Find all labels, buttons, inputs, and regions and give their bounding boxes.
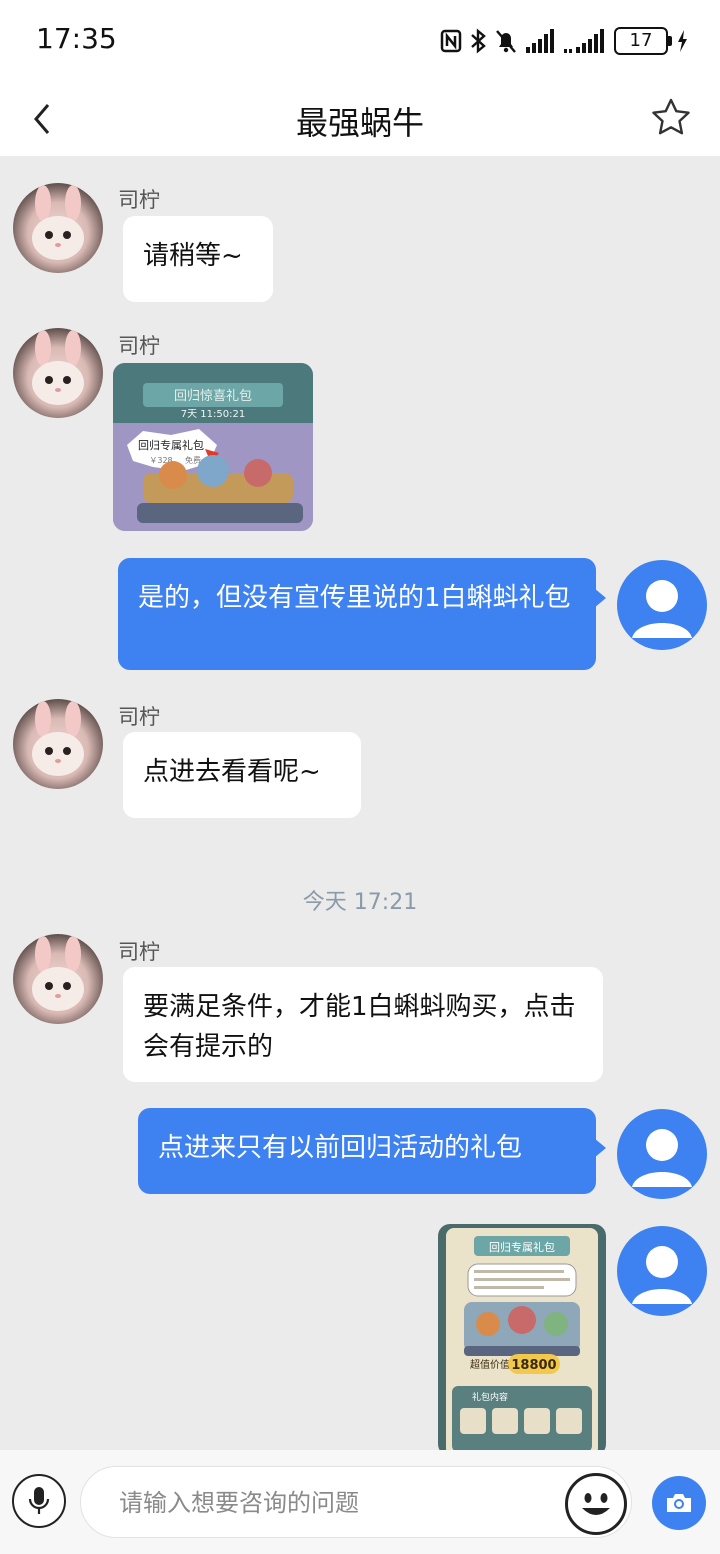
agent-avatar[interactable]	[13, 183, 103, 273]
voice-input-button[interactable]	[12, 1474, 66, 1528]
agent-avatar[interactable]	[13, 934, 103, 1024]
gift-pack-image: 回归惊喜礼包 7天 11:50:21 回归专属礼包 ￥328 免费	[113, 363, 313, 531]
nfc-icon	[440, 29, 462, 53]
charging-icon	[678, 30, 687, 52]
page-title: 最强蜗牛	[295, 104, 424, 142]
user-avatar[interactable]	[617, 1226, 707, 1316]
microphone-icon	[28, 1487, 50, 1514]
gift-detail-image: 回归专属礼包 超值价值 18800 礼包内容	[438, 1224, 606, 1450]
message-bubble[interactable]: 请稍等~	[123, 216, 273, 302]
image-price-value: 18800	[511, 1358, 556, 1373]
chat-header: 最强蜗牛	[0, 82, 720, 156]
sender-name: 司柠	[118, 940, 160, 964]
image-tag-text: 回归专属礼包	[138, 438, 204, 452]
sender-name: 司柠	[118, 188, 160, 212]
star-outline-icon	[652, 98, 690, 135]
image-price-note: 免费	[185, 455, 201, 465]
image-message[interactable]: 回归惊喜礼包 7天 11:50:21 回归专属礼包 ￥328 免费	[113, 363, 313, 531]
input-bar	[0, 1450, 720, 1554]
message-bubble[interactable]: 要满足条件，才能1白蝌蚪购买，点击会有提示的	[123, 967, 603, 1082]
status-icons: 17	[440, 26, 688, 56]
battery-icon: 17	[614, 27, 672, 55]
message-bubble[interactable]: 是的，但没有宣传里说的1白蝌蚪礼包	[118, 558, 606, 670]
user-avatar[interactable]	[617, 1109, 707, 1199]
agent-avatar[interactable]	[13, 699, 103, 789]
camera-button[interactable]	[652, 1476, 706, 1530]
back-button[interactable]	[22, 96, 62, 142]
image-timer-text: 7天 11:50:21	[181, 409, 245, 420]
emoji-button[interactable]	[565, 1473, 627, 1535]
timestamp: 今天 17:21	[302, 890, 418, 915]
status-time: 17:35	[36, 22, 117, 55]
image-section-text: 礼包内容	[472, 1391, 508, 1403]
chat-history[interactable]: 司柠 请稍等~ 司柠 回归惊喜礼包 7天 11:50:21 回归专属礼包 ￥32…	[0, 156, 720, 1450]
bluetooth-icon	[471, 28, 486, 54]
image-banner-text: 回归专属礼包	[489, 1240, 555, 1254]
user-avatar[interactable]	[617, 560, 707, 650]
emoji-icon	[582, 1493, 610, 1515]
message-input[interactable]	[117, 1467, 561, 1539]
user-silhouette-icon	[632, 1129, 692, 1187]
user-silhouette-icon	[632, 1246, 692, 1304]
camera-icon	[667, 1494, 691, 1512]
status-bar: 17:35 17	[0, 0, 720, 82]
user-silhouette-icon	[632, 580, 692, 638]
message-bubble[interactable]: 点进去看看呢~	[123, 732, 361, 818]
image-message[interactable]: 回归专属礼包 超值价值 18800 礼包内容	[438, 1224, 606, 1450]
signal-icon	[564, 29, 604, 53]
agent-avatar[interactable]	[13, 328, 103, 418]
message-input-field[interactable]	[80, 1466, 632, 1539]
signal-icon	[526, 29, 554, 53]
favorite-button[interactable]	[648, 94, 694, 140]
image-banner-text: 回归惊喜礼包	[174, 388, 252, 404]
sender-name: 司柠	[118, 334, 160, 358]
image-price-label: 超值价值	[470, 1358, 510, 1371]
chevron-left-icon	[34, 104, 50, 134]
message-bubble[interactable]: 点进来只有以前回归活动的礼包	[138, 1108, 606, 1194]
sender-name: 司柠	[118, 705, 160, 729]
mute-bell-icon	[496, 30, 516, 53]
